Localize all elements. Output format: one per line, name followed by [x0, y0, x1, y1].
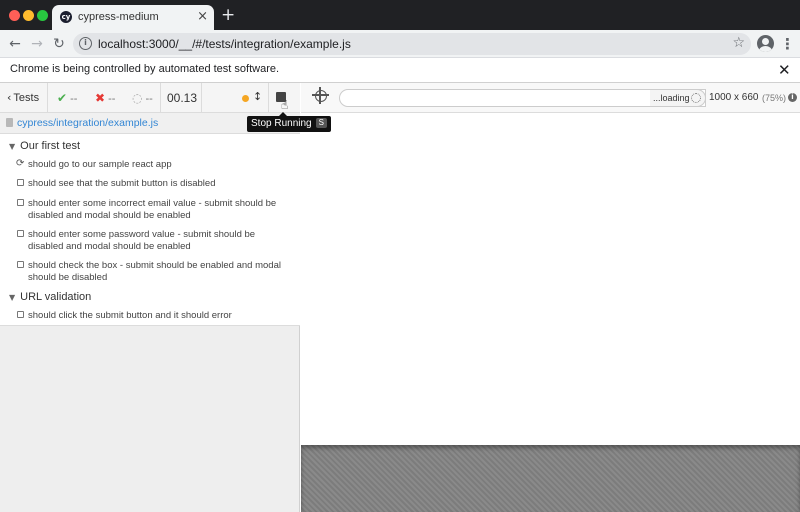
- viewport-info-icon[interactable]: i: [788, 93, 797, 102]
- viewport-scale: (75%): [762, 93, 787, 103]
- header-divider: [201, 83, 202, 113]
- selector-playground-icon[interactable]: [312, 87, 329, 104]
- caret-down-icon: ▼: [9, 293, 16, 302]
- bookmark-star-icon[interactable]: ☆: [732, 35, 745, 51]
- test-item[interactable]: should check the box - submit should be …: [17, 260, 282, 284]
- test-title: should go to our sample react app: [28, 159, 172, 170]
- check-icon: ✔: [57, 91, 68, 105]
- automation-message: Chrome is being controlled by automated …: [10, 63, 280, 75]
- header-divider: [268, 83, 269, 113]
- pending-circle-icon: ◌: [132, 91, 143, 105]
- site-info-icon[interactable]: i: [79, 37, 92, 50]
- profile-avatar-icon[interactable]: [757, 35, 774, 52]
- new-tab-button[interactable]: +: [221, 6, 235, 24]
- infobar-close-icon[interactable]: ✕: [778, 60, 791, 80]
- runnables-list: cypress/integration/example.js ▼ Our firs…: [0, 113, 300, 326]
- test-item[interactable]: should enter some password value - submi…: [17, 229, 282, 253]
- spec-file-link[interactable]: cypress/integration/example.js: [17, 117, 158, 129]
- loading-spinner-icon: [691, 93, 701, 103]
- browser-toolbar: ← → ↻ i localhost:3000/__/#/tests/integr…: [0, 30, 800, 58]
- failed-count: --: [108, 93, 116, 105]
- test-title: should enter some password value - submi…: [28, 229, 256, 252]
- aut-header: ...loading 1000 x 660 (75%) i: [301, 83, 800, 113]
- reload-icon[interactable]: ↻: [50, 35, 68, 53]
- suite-title[interactable]: ▼ Our first test: [9, 140, 80, 152]
- passed-count: --: [70, 93, 78, 105]
- reporter-header: ‹ Tests ✔ -- ✖ -- ◌ -- 00.13 ↕ ☝: [0, 83, 300, 113]
- header-divider: [160, 83, 161, 113]
- back-arrow-icon[interactable]: ←: [6, 35, 24, 53]
- running-status-dot: [242, 95, 249, 102]
- tab-close-icon[interactable]: ×: [197, 9, 208, 25]
- spinner-icon: ⟳: [16, 158, 25, 169]
- aut-backdrop: [301, 445, 800, 512]
- run-duration: 00.13: [167, 91, 198, 105]
- test-title: should see that the submit button is dis…: [28, 178, 216, 189]
- automation-infobar: Chrome is being controlled by automated …: [0, 58, 800, 83]
- failed-stat: ✖ --: [95, 91, 115, 105]
- close-window-button[interactable]: [9, 10, 20, 21]
- test-item[interactable]: should see that the submit button is dis…: [17, 178, 282, 190]
- hand-cursor-icon: ☝: [281, 98, 289, 112]
- browser-titlebar: cy cypress-medium × +: [0, 0, 800, 30]
- suite-label: Our first test: [20, 140, 81, 152]
- reporter-panel: ‹ Tests ✔ -- ✖ -- ◌ -- 00.13 ↕ ☝ cypress/int…: [0, 83, 300, 512]
- pending-square-icon: [17, 230, 24, 237]
- pending-square-icon: [17, 261, 24, 268]
- tooltip-label: Stop Running: [251, 118, 312, 129]
- caret-down-icon: ▼: [9, 142, 16, 151]
- test-item[interactable]: ⟳ should go to our sample react app: [16, 158, 282, 171]
- test-title: should enter some incorrect email value …: [28, 198, 277, 221]
- pending-count: --: [145, 93, 153, 105]
- keyboard-shortcut: S: [315, 118, 327, 128]
- file-icon: [6, 118, 13, 127]
- minimize-window-button[interactable]: [23, 10, 34, 21]
- stop-running-tooltip: Stop Running S: [247, 112, 331, 132]
- address-bar[interactable]: i localhost:3000/__/#/tests/integration/…: [73, 33, 751, 55]
- header-divider: [47, 83, 48, 113]
- test-item[interactable]: should enter some incorrect email value …: [17, 198, 282, 222]
- address-bar-url[interactable]: localhost:3000/__/#/tests/integration/ex…: [98, 37, 351, 51]
- suite-label: URL validation: [20, 291, 92, 303]
- viewport-size[interactable]: 1000 x 660: [709, 92, 759, 103]
- test-title: should click the submit button and it sh…: [28, 310, 232, 321]
- pending-stat: ◌ --: [132, 91, 153, 105]
- chevron-left-icon: ‹: [7, 91, 12, 104]
- passed-stat: ✔ --: [57, 91, 77, 105]
- tab-title: cypress-medium: [78, 11, 159, 23]
- back-to-tests-button[interactable]: ‹ Tests: [7, 91, 39, 104]
- application-under-test-iframe[interactable]: [301, 114, 800, 445]
- suite-title[interactable]: ▼ URL validation: [9, 291, 91, 303]
- maximize-window-button[interactable]: [37, 10, 48, 21]
- test-item[interactable]: should click the submit button and it sh…: [17, 310, 282, 322]
- browser-menu-icon[interactable]: ⋮: [780, 34, 795, 54]
- x-icon: ✖: [95, 91, 106, 105]
- loading-indicator: ...loading: [650, 89, 706, 107]
- loading-label: ...loading: [653, 93, 690, 103]
- forward-arrow-icon[interactable]: →: [28, 35, 46, 53]
- pending-square-icon: [17, 199, 24, 206]
- auto-scroll-toggle[interactable]: ↕: [253, 90, 262, 103]
- pending-square-icon: [17, 311, 24, 318]
- back-to-tests-label: Tests: [13, 92, 40, 104]
- pending-square-icon: [17, 179, 24, 186]
- cypress-favicon-icon: cy: [60, 11, 72, 23]
- browser-tab[interactable]: cy cypress-medium ×: [52, 5, 214, 30]
- test-title: should check the box - submit should be …: [28, 260, 281, 283]
